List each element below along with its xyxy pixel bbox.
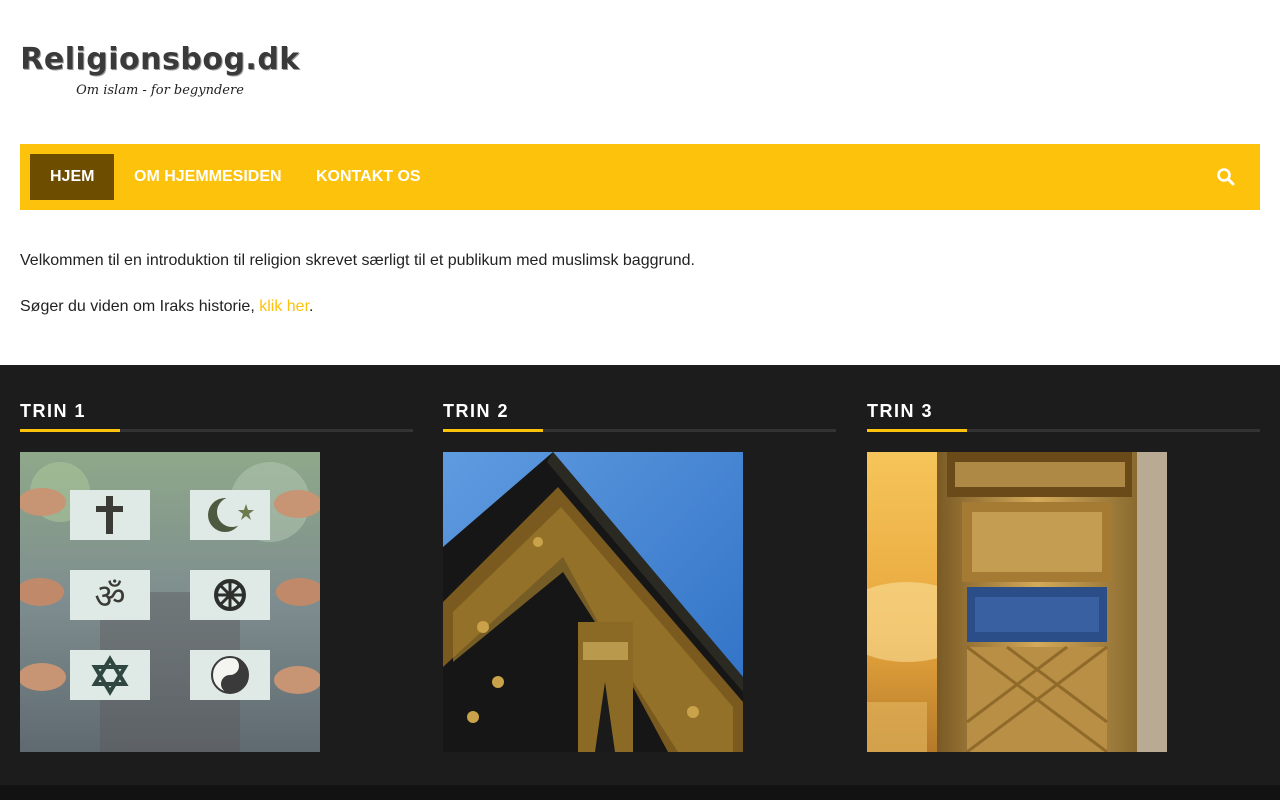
iraq-history-link[interactable]: klik her (259, 298, 309, 315)
intro-content: Velkommen til en introduktion til religi… (20, 248, 1260, 320)
religious-symbols-image[interactable]: ॐ (20, 452, 320, 752)
steps-section: TRIN 1 ॐ TRIN 2 TRIN 3 (0, 365, 1280, 785)
nav-item-kontakt-os[interactable]: KONTAKT OS (296, 154, 441, 200)
mosque-minaret-image[interactable] (867, 452, 1167, 752)
intro-history-text: Søger du viden om Iraks historie, klik h… (20, 294, 1260, 320)
step-divider-accent (867, 429, 967, 432)
step-title: TRIN 3 (867, 401, 934, 421)
intro-welcome-text: Velkommen til en introduktion til religi… (20, 252, 695, 269)
step-divider-accent (443, 429, 543, 432)
kaaba-image[interactable] (443, 452, 743, 752)
intro-history-suffix: . (309, 298, 314, 315)
step-title: TRIN 1 (20, 401, 87, 421)
search-icon[interactable] (1214, 165, 1238, 189)
nav-item-hjem[interactable]: HJEM (30, 154, 115, 200)
site-logo[interactable]: Religionsbog.dk Om islam - for begyndere (20, 38, 299, 112)
svg-text:ॐ: ॐ (94, 577, 125, 617)
main-navigation: HJEM OM HJEMMESIDEN KONTAKT OS (20, 144, 1260, 210)
intro-history-prefix: Søger du viden om Iraks historie, (20, 298, 260, 315)
step-divider-accent (20, 429, 120, 432)
footer-strip (0, 785, 1280, 800)
logo-title: Religionsbog.dk (20, 42, 300, 77)
site-header: Religionsbog.dk Om islam - for begyndere (0, 0, 1280, 144)
logo-tagline: Om islam - for begyndere (76, 83, 244, 98)
step-title: TRIN 2 (443, 401, 510, 421)
nav-item-om-hjemmesiden[interactable]: OM HJEMMESIDEN (114, 154, 302, 200)
